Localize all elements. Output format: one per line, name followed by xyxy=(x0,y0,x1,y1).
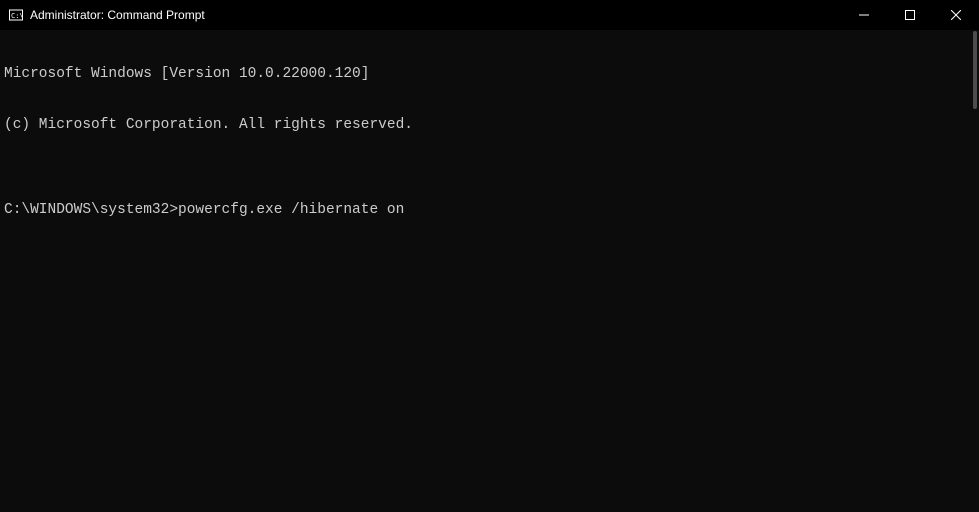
console-prompt-line: C:\WINDOWS\system32>powercfg.exe /hibern… xyxy=(4,202,975,219)
close-button[interactable] xyxy=(933,0,979,30)
console-line-version: Microsoft Windows [Version 10.0.22000.12… xyxy=(4,66,975,83)
svg-text:C:\: C:\ xyxy=(11,12,24,20)
window-controls xyxy=(841,0,979,30)
prompt-command: powercfg.exe /hibernate on xyxy=(178,202,404,219)
console-line-copyright: (c) Microsoft Corporation. All rights re… xyxy=(4,117,975,134)
minimize-button[interactable] xyxy=(841,0,887,30)
titlebar[interactable]: C:\ Administrator: Command Prompt xyxy=(0,0,979,30)
command-prompt-window: C:\ Administrator: Command Prompt Micros… xyxy=(0,0,979,512)
console-area[interactable]: Microsoft Windows [Version 10.0.22000.12… xyxy=(0,30,979,512)
cmd-icon: C:\ xyxy=(8,7,24,23)
window-title: Administrator: Command Prompt xyxy=(30,8,205,22)
maximize-button[interactable] xyxy=(887,0,933,30)
scrollbar-thumb[interactable] xyxy=(973,31,977,109)
prompt-path: C:\WINDOWS\system32> xyxy=(4,202,178,219)
